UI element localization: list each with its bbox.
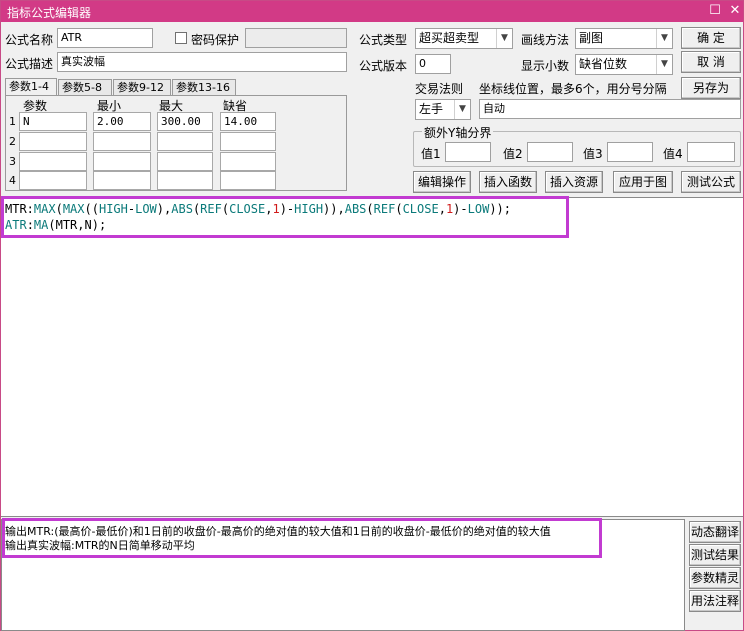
- formula-type-value: 超买超卖型: [419, 31, 480, 45]
- val1-label: 值1: [421, 147, 441, 161]
- formula-name-input[interactable]: ATR: [57, 28, 153, 48]
- password-input[interactable]: [245, 28, 347, 48]
- formula-name-label: 公式名称: [5, 33, 54, 47]
- val3-label: 值3: [583, 147, 603, 161]
- draw-method-value: 副图: [579, 31, 604, 45]
- param-default-cell[interactable]: 14.00: [220, 112, 276, 131]
- val3-input[interactable]: [607, 142, 653, 162]
- ok-button[interactable]: 确 定: [681, 27, 741, 49]
- formula-editor-window: 指标公式编辑器 ☐ ✕ 公式名称 ATR 密码保护 公式类型 超买超卖型 ▼ 画…: [0, 0, 744, 631]
- param-name-cell[interactable]: N: [19, 112, 87, 131]
- y-axis-group-title: 额外Y轴分界: [422, 124, 494, 141]
- param-name-cell[interactable]: [19, 171, 87, 190]
- dynamic-translate-button[interactable]: 动态翻译: [689, 521, 741, 543]
- param-default-cell[interactable]: [220, 152, 276, 171]
- decimal-label: 显示小数: [521, 59, 570, 73]
- insert-function-button[interactable]: 插入函数: [479, 171, 537, 193]
- usage-notes-button[interactable]: 用法注释: [689, 590, 741, 612]
- val1-input[interactable]: [445, 142, 491, 162]
- coord-line-input[interactable]: 自动: [479, 99, 741, 119]
- cancel-button[interactable]: 取 消: [681, 51, 741, 73]
- insert-resource-button[interactable]: 插入资源: [545, 171, 603, 193]
- tab-params-5-8[interactable]: 参数5-8: [58, 79, 112, 96]
- title-bar[interactable]: 指标公式编辑器 ☐ ✕: [1, 1, 743, 22]
- param-min-cell[interactable]: [93, 132, 151, 151]
- param-min-cell[interactable]: [93, 171, 151, 190]
- test-result-button[interactable]: 测试结果: [689, 544, 741, 566]
- code-editor[interactable]: MTR:MAX(MAX((HIGH-LOW),ABS(REF(CLOSE,1)-…: [1, 196, 743, 517]
- param-row-number: 1: [9, 115, 16, 128]
- param-max-cell[interactable]: [157, 132, 213, 151]
- chevron-down-icon: ▼: [496, 29, 512, 48]
- restore-icon[interactable]: ☐: [705, 2, 725, 20]
- param-name-cell[interactable]: [19, 132, 87, 151]
- param-min-cell[interactable]: [93, 152, 151, 171]
- param-default-cell[interactable]: [220, 171, 276, 190]
- trade-rule-label: 交易法则: [415, 82, 464, 96]
- val2-input[interactable]: [527, 142, 573, 162]
- output-highlight-box: [2, 518, 602, 558]
- param-max-cell[interactable]: [157, 171, 213, 190]
- apply-to-chart-button[interactable]: 应用于图: [613, 171, 673, 193]
- close-icon[interactable]: ✕: [725, 2, 744, 20]
- param-default-cell[interactable]: [220, 132, 276, 151]
- val4-input[interactable]: [687, 142, 735, 162]
- password-label: 密码保护: [191, 33, 240, 47]
- param-max-cell[interactable]: 300.00: [157, 112, 213, 131]
- formula-version-input[interactable]: 0: [415, 54, 451, 74]
- chevron-down-icon: ▼: [454, 100, 470, 119]
- decimal-select[interactable]: 缺省位数 ▼: [575, 54, 673, 75]
- param-min-cell[interactable]: 2.00: [93, 112, 151, 131]
- tab-params-13-16[interactable]: 参数13-16: [172, 79, 236, 96]
- formula-desc-label: 公式描述: [5, 57, 54, 71]
- param-row-number: 4: [9, 174, 16, 187]
- val4-label: 值4: [663, 147, 683, 161]
- translation-output: 输出MTR:(最高价-最低价)和1日前的收盘价-最高价的绝对值的较大值和1日前的…: [1, 518, 685, 631]
- decimal-value: 缺省位数: [579, 57, 628, 71]
- window-title: 指标公式编辑器: [7, 6, 92, 20]
- formula-version-label: 公式版本: [359, 59, 408, 73]
- formula-type-label: 公式类型: [359, 33, 408, 47]
- param-row-number: 3: [9, 155, 16, 168]
- edit-ops-button[interactable]: 编辑操作: [413, 171, 471, 193]
- save-as-button[interactable]: 另存为: [681, 77, 741, 99]
- param-name-cell[interactable]: [19, 152, 87, 171]
- test-formula-button[interactable]: 测试公式: [681, 171, 741, 193]
- formula-type-select[interactable]: 超买超卖型 ▼: [415, 28, 513, 49]
- trade-rule-select[interactable]: 左手 ▼: [415, 99, 471, 120]
- param-row-number: 2: [9, 135, 16, 148]
- password-checkbox[interactable]: [175, 32, 187, 44]
- chevron-down-icon: ▼: [656, 55, 672, 74]
- trade-rule-value: 左手: [419, 102, 444, 116]
- draw-method-label: 画线方法: [521, 33, 570, 47]
- tab-params-1-4[interactable]: 参数1-4: [5, 78, 57, 96]
- formula-desc-input[interactable]: 真实波幅: [57, 52, 347, 72]
- coord-line-label: 坐标线位置，最多6个，用分号分隔: [479, 82, 667, 96]
- val2-label: 值2: [503, 147, 523, 161]
- code-highlight-box: [1, 196, 569, 238]
- param-max-cell[interactable]: [157, 152, 213, 171]
- draw-method-select[interactable]: 副图 ▼: [575, 28, 673, 49]
- tab-params-9-12[interactable]: 参数9-12: [113, 79, 171, 96]
- chevron-down-icon: ▼: [656, 29, 672, 48]
- param-wizard-button[interactable]: 参数精灵: [689, 567, 741, 589]
